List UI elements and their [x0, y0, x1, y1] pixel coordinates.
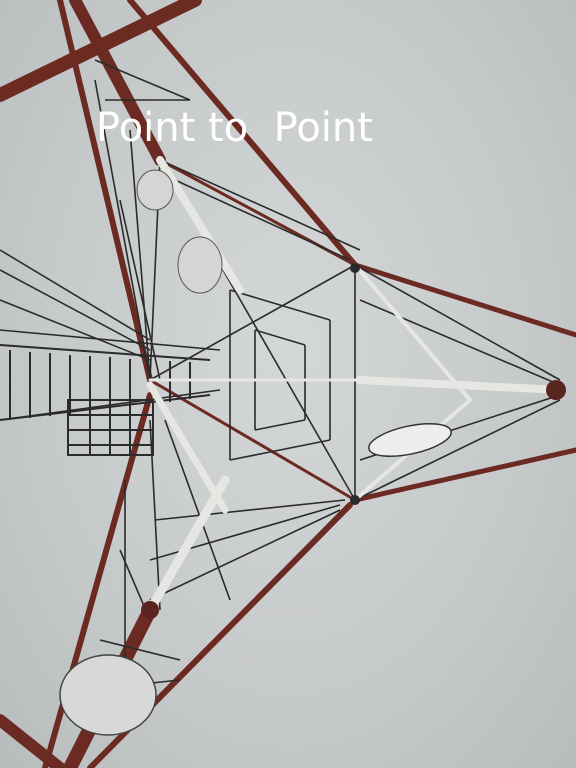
tower-bracing: [0, 59, 561, 691]
caption-text: Point to Point: [96, 105, 373, 151]
photo: Point to Point: [0, 0, 576, 768]
